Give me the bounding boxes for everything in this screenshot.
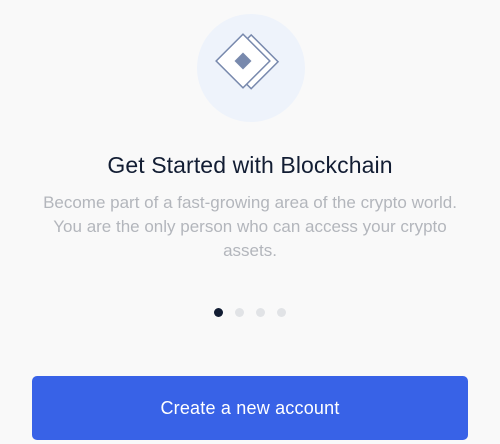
layered-diamond-icon <box>215 33 280 90</box>
onboarding-illustration <box>197 14 305 122</box>
onboarding-subtitle: Become part of a fast-growing area of th… <box>43 193 457 260</box>
page-indicator <box>0 308 500 317</box>
create-account-button[interactable]: Create a new account <box>32 376 468 440</box>
page-dot-4[interactable] <box>277 308 286 317</box>
page-dot-2[interactable] <box>235 308 244 317</box>
page-dot-3[interactable] <box>256 308 265 317</box>
onboarding-title: Get Started with Blockchain <box>107 152 393 178</box>
page-dot-1-active[interactable] <box>214 308 223 317</box>
